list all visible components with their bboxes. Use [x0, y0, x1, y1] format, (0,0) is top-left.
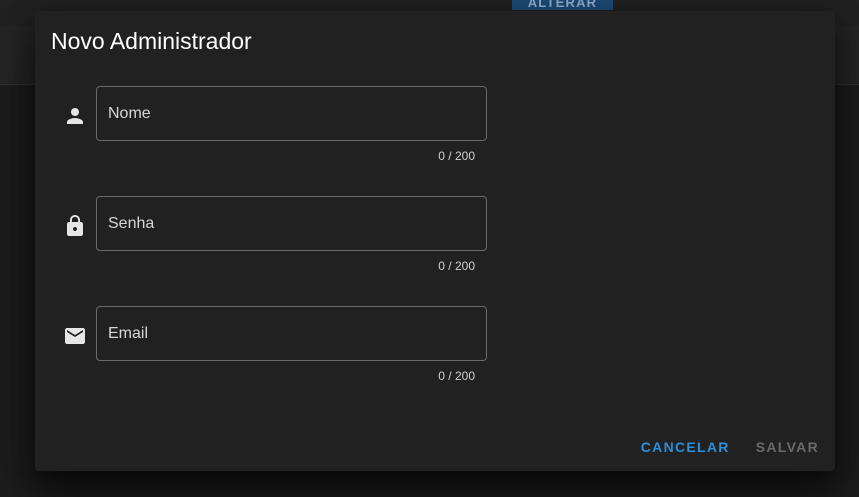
- dialog-actions: CANCELAR SALVAR: [641, 439, 819, 455]
- alter-button[interactable]: ALTERAR: [512, 0, 613, 10]
- name-field[interactable]: [96, 86, 487, 141]
- password-field-row: 0 / 200: [35, 196, 835, 286]
- name-char-counter: 0 / 200: [438, 149, 475, 163]
- name-input[interactable]: [97, 87, 486, 140]
- email-input[interactable]: [97, 307, 486, 360]
- new-admin-dialog: Novo Administrador 0 / 200 0 / 200 0 / 2…: [35, 11, 835, 471]
- password-field[interactable]: [96, 196, 487, 251]
- save-button[interactable]: SALVAR: [756, 439, 819, 455]
- name-field-row: 0 / 200: [35, 86, 835, 176]
- cancel-button[interactable]: CANCELAR: [641, 439, 730, 455]
- person-icon: [63, 104, 87, 128]
- email-char-counter: 0 / 200: [438, 369, 475, 383]
- email-field-row: 0 / 200: [35, 306, 835, 396]
- password-char-counter: 0 / 200: [438, 259, 475, 273]
- password-input[interactable]: [97, 197, 486, 250]
- lock-icon: [63, 214, 87, 238]
- email-field[interactable]: [96, 306, 487, 361]
- email-icon: [63, 324, 87, 348]
- dialog-title: Novo Administrador: [51, 28, 252, 54]
